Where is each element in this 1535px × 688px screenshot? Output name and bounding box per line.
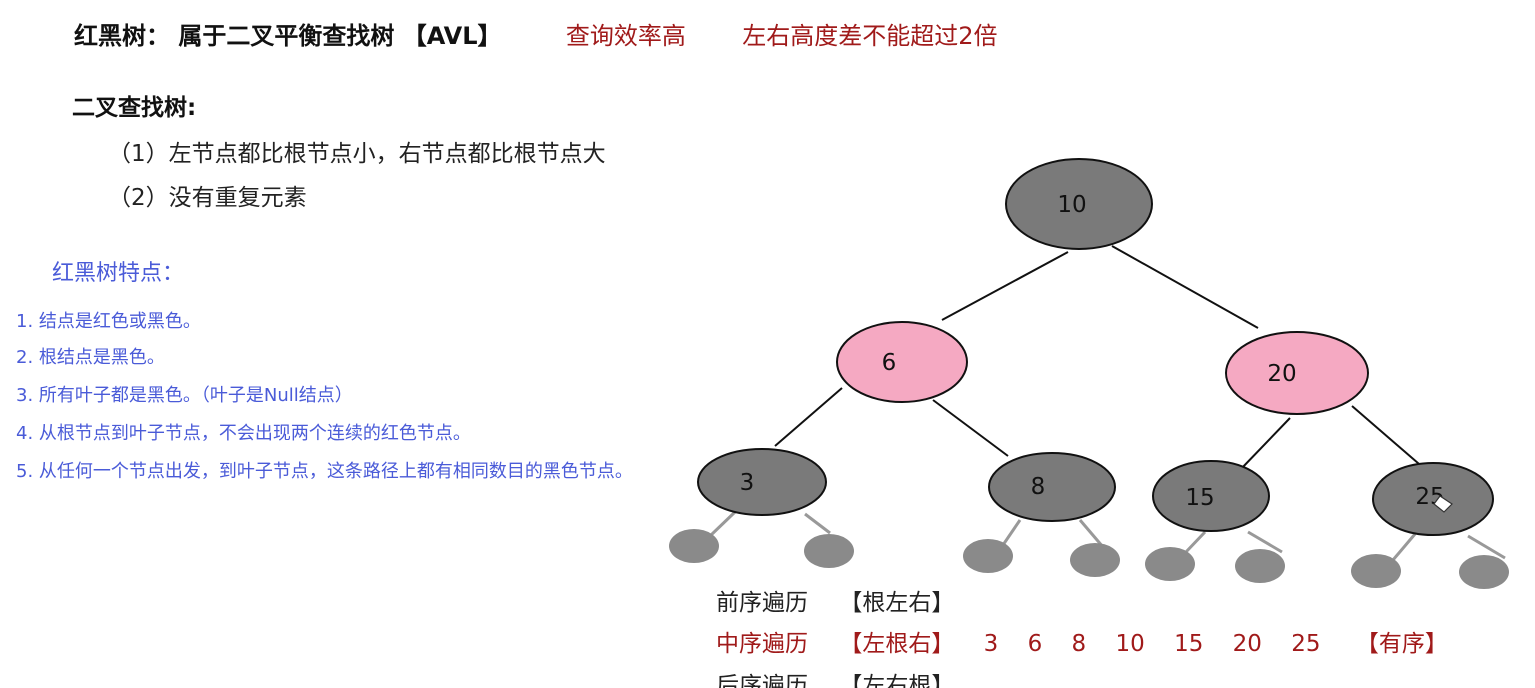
preorder-name: 前序遍历 (716, 590, 808, 616)
edge-leaf (1391, 533, 1417, 561)
node-label: 3 (740, 470, 755, 496)
null-leaf (804, 534, 854, 568)
edge-20-25 (1351, 405, 1427, 471)
null-leaf (963, 539, 1013, 573)
edge-6-8 (932, 399, 1009, 457)
edge-leaf (1247, 530, 1283, 554)
edge-leaf (1001, 519, 1022, 546)
postorder-name: 后序遍历 (716, 673, 808, 688)
null-leaf (1070, 543, 1120, 577)
node-label: 15 (1185, 485, 1214, 511)
edge-20-15 (1239, 417, 1291, 471)
edge-10-6 (941, 251, 1069, 321)
tree-node-15: 15 (1152, 460, 1270, 532)
inorder-value: 15 (1174, 631, 1204, 657)
tree-node-3: 3 (697, 448, 827, 516)
null-leaves (669, 529, 1509, 589)
null-leaf (1145, 547, 1195, 581)
inorder-value: 3 (983, 631, 999, 657)
inorder-value: 25 (1291, 631, 1321, 657)
inorder-value: 10 (1115, 631, 1145, 657)
tree-node-25: 25 (1372, 462, 1494, 536)
null-leaf (1459, 555, 1509, 589)
postorder-line: 后序遍历 【左右根】 (716, 666, 954, 688)
null-leaf (1235, 549, 1285, 583)
preorder-line: 前序遍历 【根左右】 (716, 583, 954, 617)
inorder-name: 中序遍历 (716, 631, 808, 657)
node-label: 20 (1267, 361, 1296, 387)
inorder-value: 6 (1027, 631, 1043, 657)
tree-node-20: 20 (1225, 331, 1369, 415)
edge-6-3 (774, 387, 843, 447)
preorder-tag: 【根左右】 (839, 590, 955, 616)
null-leaf (1351, 554, 1401, 588)
node-label: 8 (1031, 474, 1046, 500)
edge-leaf (708, 510, 737, 538)
tree-node-8: 8 (988, 452, 1116, 522)
tree-node-6: 6 (836, 321, 968, 403)
edge-leaf (1183, 530, 1207, 555)
edge-leaf (804, 512, 831, 535)
node-label: 10 (1057, 192, 1086, 218)
inorder-note: 【有序】 (1355, 631, 1448, 657)
inorder-value: 20 (1232, 631, 1262, 657)
null-leaf (669, 529, 719, 563)
inorder-tag: 【左根右】 (839, 631, 955, 657)
inorder-line: 中序遍历 【左根右】 3 6 8 10 15 20 25 【有序】 (716, 624, 1448, 658)
edge-leaf (1467, 534, 1506, 560)
tree-node-10: 10 (1005, 158, 1153, 250)
node-label: 6 (882, 350, 897, 376)
edge-10-20 (1111, 245, 1259, 329)
edge-leaf (1078, 519, 1105, 548)
postorder-tag: 【左右根】 (839, 673, 955, 688)
inorder-value: 8 (1071, 631, 1087, 657)
